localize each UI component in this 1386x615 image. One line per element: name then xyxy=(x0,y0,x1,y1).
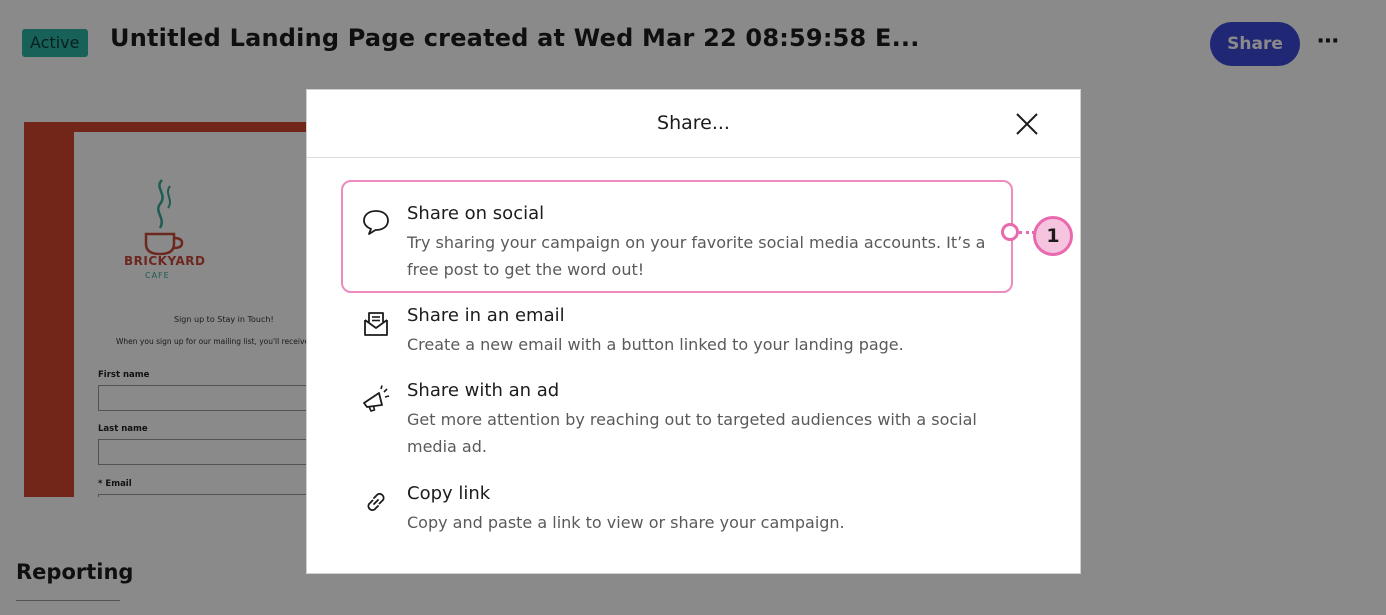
option-title: Copy link xyxy=(407,483,491,504)
option-description: Get more attention by reaching out to ta… xyxy=(407,410,977,456)
copy-link-option[interactable]: Copy link Copy and paste a link to view … xyxy=(347,483,1007,538)
share-in-email-option[interactable]: Share in an email Create a new email wit… xyxy=(347,305,1007,360)
share-modal: Share... Share on social Try sharing you… xyxy=(306,89,1081,574)
option-description: Create a new email with a button linked … xyxy=(407,335,904,354)
close-icon[interactable] xyxy=(1013,110,1041,138)
megaphone-icon xyxy=(363,385,390,412)
option-title: Share in an email xyxy=(407,305,565,326)
callout-number-badge: 1 xyxy=(1033,216,1073,256)
callout-anchor-dot xyxy=(1001,223,1019,241)
highlight-box xyxy=(341,180,1013,293)
modal-title: Share... xyxy=(657,112,730,134)
link-icon xyxy=(367,493,385,511)
option-title: Share with an ad xyxy=(407,380,560,401)
modal-header: Share... xyxy=(307,90,1080,158)
option-description: Copy and paste a link to view or share y… xyxy=(407,513,845,532)
share-with-ad-option[interactable]: Share with an ad Get more attention by r… xyxy=(347,380,1007,460)
envelope-icon xyxy=(364,312,388,336)
